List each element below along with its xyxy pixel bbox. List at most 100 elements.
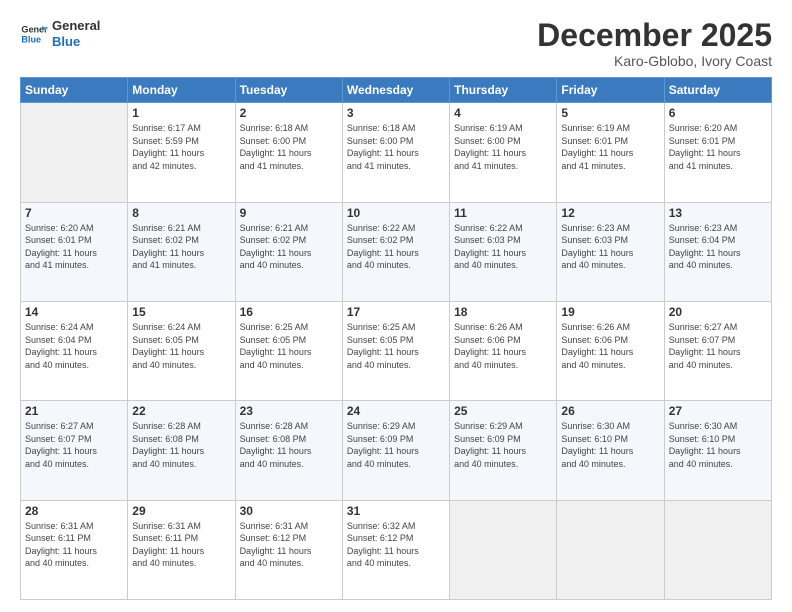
day-info: Sunrise: 6:27 AM Sunset: 6:07 PM Dayligh… (669, 321, 767, 371)
day-number: 6 (669, 106, 767, 120)
calendar-cell (557, 500, 664, 599)
logo-icon: General Blue (20, 20, 48, 48)
day-number: 19 (561, 305, 659, 319)
day-number: 4 (454, 106, 552, 120)
day-info: Sunrise: 6:31 AM Sunset: 6:11 PM Dayligh… (25, 520, 123, 570)
day-number: 15 (132, 305, 230, 319)
day-info: Sunrise: 6:25 AM Sunset: 6:05 PM Dayligh… (347, 321, 445, 371)
day-info: Sunrise: 6:24 AM Sunset: 6:04 PM Dayligh… (25, 321, 123, 371)
calendar: SundayMondayTuesdayWednesdayThursdayFrid… (20, 77, 772, 600)
day-number: 22 (132, 404, 230, 418)
calendar-cell: 31 Sunrise: 6:32 AM Sunset: 6:12 PM Dayli… (342, 500, 449, 599)
day-number: 12 (561, 206, 659, 220)
day-number: 20 (669, 305, 767, 319)
day-number: 16 (240, 305, 338, 319)
day-info: Sunrise: 6:20 AM Sunset: 6:01 PM Dayligh… (669, 122, 767, 172)
day-number: 9 (240, 206, 338, 220)
calendar-cell: 11 Sunrise: 6:22 AM Sunset: 6:03 PM Dayli… (450, 202, 557, 301)
day-info: Sunrise: 6:18 AM Sunset: 6:00 PM Dayligh… (347, 122, 445, 172)
day-number: 2 (240, 106, 338, 120)
day-info: Sunrise: 6:26 AM Sunset: 6:06 PM Dayligh… (561, 321, 659, 371)
day-info: Sunrise: 6:21 AM Sunset: 6:02 PM Dayligh… (240, 222, 338, 272)
calendar-cell: 22 Sunrise: 6:28 AM Sunset: 6:08 PM Dayli… (128, 401, 235, 500)
dow-header-monday: Monday (128, 78, 235, 103)
day-number: 11 (454, 206, 552, 220)
dow-header-sunday: Sunday (21, 78, 128, 103)
header: General Blue General Blue December 2025 … (20, 18, 772, 69)
dow-header-wednesday: Wednesday (342, 78, 449, 103)
calendar-cell: 2Sunrise: 6:18 AM Sunset: 6:00 PM Daylig… (235, 103, 342, 202)
day-info: Sunrise: 6:30 AM Sunset: 6:10 PM Dayligh… (561, 420, 659, 470)
day-info: Sunrise: 6:31 AM Sunset: 6:12 PM Dayligh… (240, 520, 338, 570)
day-number: 21 (25, 404, 123, 418)
month-title: December 2025 (537, 18, 772, 53)
day-info: Sunrise: 6:26 AM Sunset: 6:06 PM Dayligh… (454, 321, 552, 371)
day-number: 8 (132, 206, 230, 220)
calendar-cell: 8 Sunrise: 6:21 AM Sunset: 6:02 PM Daylig… (128, 202, 235, 301)
day-info: Sunrise: 6:31 AM Sunset: 6:11 PM Dayligh… (132, 520, 230, 570)
calendar-cell (21, 103, 128, 202)
day-number: 14 (25, 305, 123, 319)
day-number: 10 (347, 206, 445, 220)
logo: General Blue General Blue (20, 18, 100, 49)
day-number: 18 (454, 305, 552, 319)
calendar-cell: 21 Sunrise: 6:27 AM Sunset: 6:07 PM Dayli… (21, 401, 128, 500)
calendar-cell: 7 Sunrise: 6:20 AM Sunset: 6:01 PM Daylig… (21, 202, 128, 301)
logo-general: General (52, 18, 100, 34)
day-info: Sunrise: 6:32 AM Sunset: 6:12 PM Dayligh… (347, 520, 445, 570)
svg-text:Blue: Blue (21, 34, 41, 44)
day-info: Sunrise: 6:20 AM Sunset: 6:01 PM Dayligh… (25, 222, 123, 272)
calendar-cell: 12Sunrise: 6:23 AM Sunset: 6:03 PM Dayli… (557, 202, 664, 301)
day-number: 5 (561, 106, 659, 120)
dow-header-saturday: Saturday (664, 78, 771, 103)
day-info: Sunrise: 6:28 AM Sunset: 6:08 PM Dayligh… (132, 420, 230, 470)
day-number: 27 (669, 404, 767, 418)
day-info: Sunrise: 6:23 AM Sunset: 6:04 PM Dayligh… (669, 222, 767, 272)
day-info: Sunrise: 6:30 AM Sunset: 6:10 PM Dayligh… (669, 420, 767, 470)
calendar-cell: 27 Sunrise: 6:30 AM Sunset: 6:10 PM Dayli… (664, 401, 771, 500)
calendar-cell: 13Sunrise: 6:23 AM Sunset: 6:04 PM Dayli… (664, 202, 771, 301)
day-info: Sunrise: 6:19 AM Sunset: 6:01 PM Dayligh… (561, 122, 659, 172)
dow-header-tuesday: Tuesday (235, 78, 342, 103)
logo-blue: Blue (52, 34, 100, 50)
calendar-cell: 30Sunrise: 6:31 AM Sunset: 6:12 PM Dayli… (235, 500, 342, 599)
day-info: Sunrise: 6:19 AM Sunset: 6:00 PM Dayligh… (454, 122, 552, 172)
calendar-cell: 4 Sunrise: 6:19 AM Sunset: 6:00 PM Daylig… (450, 103, 557, 202)
day-info: Sunrise: 6:22 AM Sunset: 6:02 PM Dayligh… (347, 222, 445, 272)
day-info: Sunrise: 6:25 AM Sunset: 6:05 PM Dayligh… (240, 321, 338, 371)
day-number: 31 (347, 504, 445, 518)
calendar-cell: 20 Sunrise: 6:27 AM Sunset: 6:07 PM Dayli… (664, 301, 771, 400)
day-number: 24 (347, 404, 445, 418)
day-info: Sunrise: 6:24 AM Sunset: 6:05 PM Dayligh… (132, 321, 230, 371)
calendar-cell: 15 Sunrise: 6:24 AM Sunset: 6:05 PM Dayli… (128, 301, 235, 400)
calendar-cell: 1Sunrise: 6:17 AM Sunset: 5:59 PM Daylig… (128, 103, 235, 202)
calendar-cell: 25Sunrise: 6:29 AM Sunset: 6:09 PM Dayli… (450, 401, 557, 500)
calendar-cell: 29 Sunrise: 6:31 AM Sunset: 6:11 PM Dayli… (128, 500, 235, 599)
day-number: 3 (347, 106, 445, 120)
calendar-cell: 26 Sunrise: 6:30 AM Sunset: 6:10 PM Dayli… (557, 401, 664, 500)
calendar-cell: 9 Sunrise: 6:21 AM Sunset: 6:02 PM Daylig… (235, 202, 342, 301)
day-info: Sunrise: 6:27 AM Sunset: 6:07 PM Dayligh… (25, 420, 123, 470)
calendar-cell (664, 500, 771, 599)
day-number: 29 (132, 504, 230, 518)
day-number: 17 (347, 305, 445, 319)
day-info: Sunrise: 6:21 AM Sunset: 6:02 PM Dayligh… (132, 222, 230, 272)
day-info: Sunrise: 6:22 AM Sunset: 6:03 PM Dayligh… (454, 222, 552, 272)
calendar-cell: 16 Sunrise: 6:25 AM Sunset: 6:05 PM Dayli… (235, 301, 342, 400)
calendar-cell (450, 500, 557, 599)
calendar-cell: 18 Sunrise: 6:26 AM Sunset: 6:06 PM Dayli… (450, 301, 557, 400)
calendar-cell: 24Sunrise: 6:29 AM Sunset: 6:09 PM Dayli… (342, 401, 449, 500)
day-number: 28 (25, 504, 123, 518)
day-number: 26 (561, 404, 659, 418)
location-subtitle: Karo-Gblobo, Ivory Coast (537, 53, 772, 69)
calendar-cell: 14 Sunrise: 6:24 AM Sunset: 6:04 PM Dayli… (21, 301, 128, 400)
day-number: 23 (240, 404, 338, 418)
day-number: 7 (25, 206, 123, 220)
day-number: 1 (132, 106, 230, 120)
dow-header-thursday: Thursday (450, 78, 557, 103)
calendar-cell: 19 Sunrise: 6:26 AM Sunset: 6:06 PM Dayli… (557, 301, 664, 400)
day-info: Sunrise: 6:28 AM Sunset: 6:08 PM Dayligh… (240, 420, 338, 470)
day-number: 25 (454, 404, 552, 418)
calendar-cell: 23 Sunrise: 6:28 AM Sunset: 6:08 PM Dayli… (235, 401, 342, 500)
calendar-cell: 10 Sunrise: 6:22 AM Sunset: 6:02 PM Dayli… (342, 202, 449, 301)
